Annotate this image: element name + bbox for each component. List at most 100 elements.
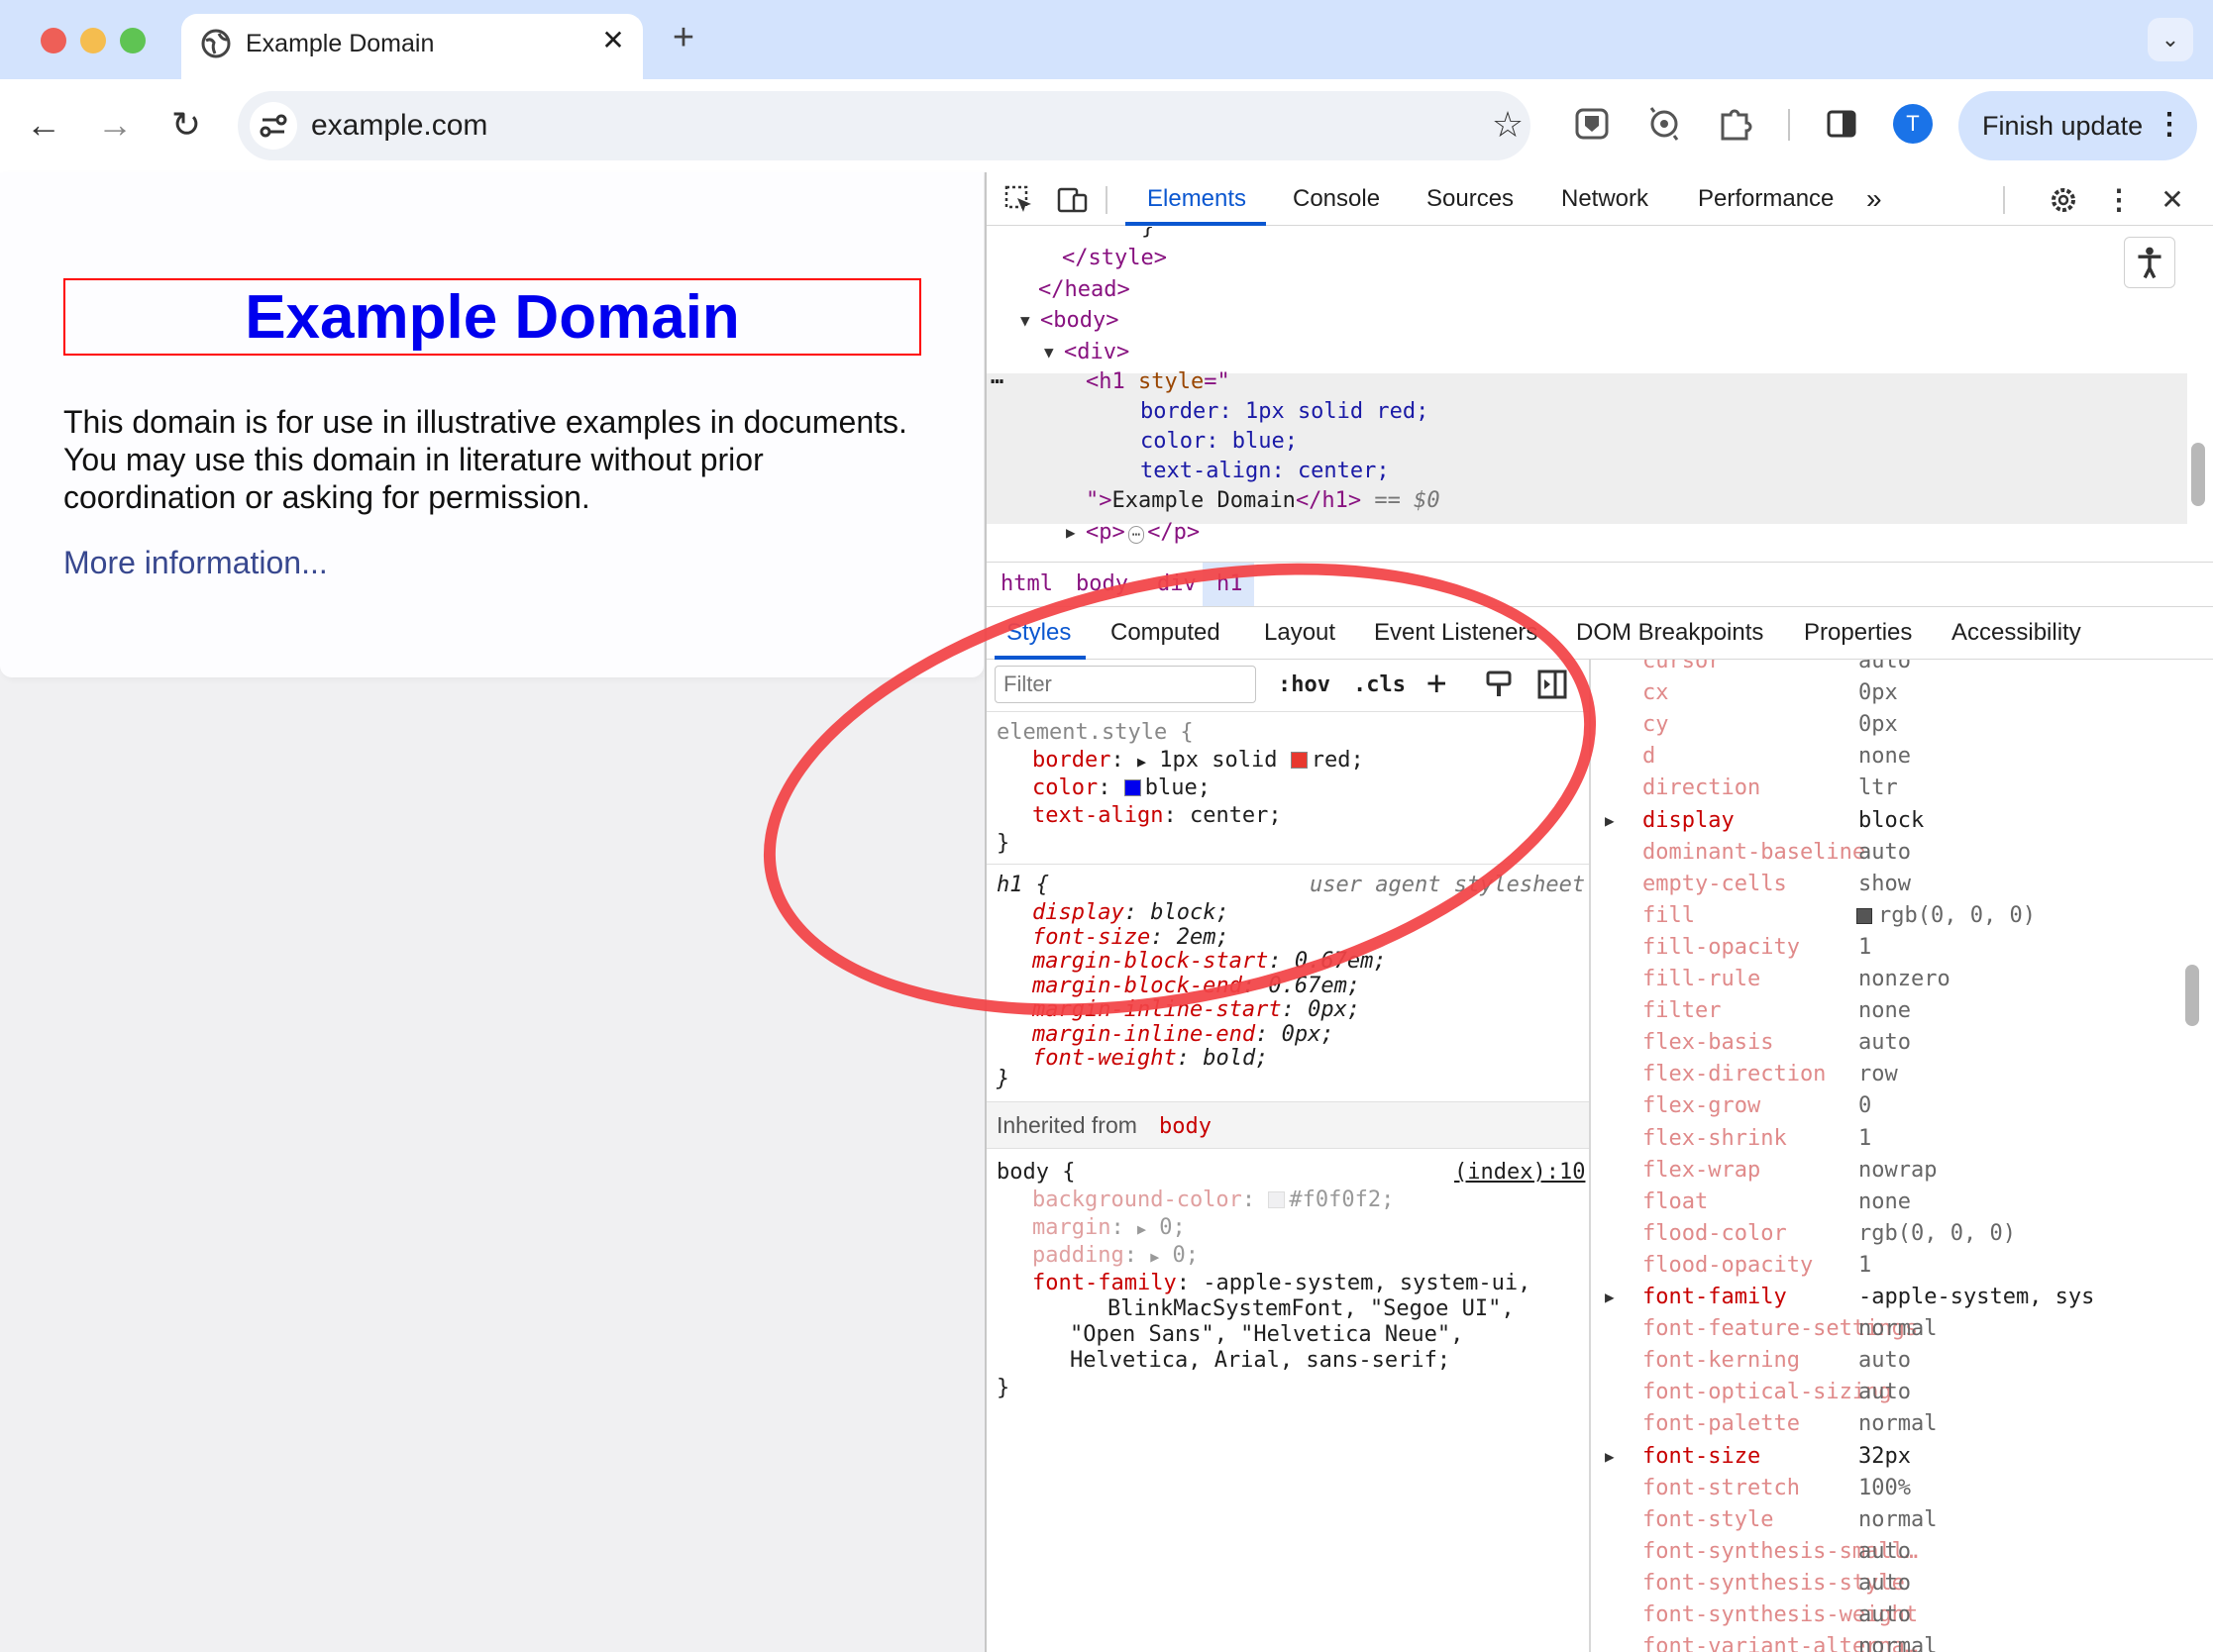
computed-row[interactable]: fill rgb(0, 0, 0) — [1593, 900, 2213, 932]
tab-sources[interactable]: Sources — [1426, 184, 1514, 214]
puzzle-extensions-icon[interactable] — [1711, 99, 1760, 149]
computed-row[interactable]: font-synthesis-weight auto — [1593, 1600, 2213, 1631]
more-tabs-icon[interactable]: » — [1866, 184, 1882, 214]
settings-gear-icon[interactable] — [2045, 181, 2082, 219]
url-text[interactable]: example.com — [311, 107, 487, 145]
breadcrumb-html[interactable]: html — [1001, 563, 1053, 606]
back-button[interactable]: ← — [20, 101, 67, 149]
site-info-button[interactable] — [250, 102, 297, 150]
computed-row[interactable]: font-synthesis-style auto — [1593, 1568, 2213, 1600]
style-prop-margin[interactable]: margin: ▶ 0; — [1032, 1214, 1186, 1243]
computed-row[interactable]: fill-rule nonzero — [1593, 964, 2213, 995]
computed-row[interactable]: flex-basis auto — [1593, 1027, 2213, 1059]
computed-scrollbar[interactable] — [2185, 965, 2199, 1026]
computed-row[interactable]: font-style normal — [1593, 1504, 2213, 1536]
dom-line[interactable]: </head> — [1038, 275, 1130, 305]
computed-row[interactable]: cx 0px — [1593, 677, 2213, 709]
reload-button[interactable]: ↻ — [162, 101, 210, 149]
computed-row[interactable]: flex-wrap nowrap — [1593, 1155, 2213, 1187]
style-prop-font-family[interactable]: font-family: -apple-system, system-ui, — [1032, 1270, 1530, 1297]
body-rule-source-link[interactable]: (index):10 — [1454, 1159, 1585, 1187]
close-window-button[interactable] — [41, 28, 66, 53]
computed-row[interactable]: flood-color rgb(0, 0, 0) — [1593, 1218, 2213, 1250]
maximize-window-button[interactable] — [120, 28, 146, 53]
computed-row[interactable]: direction ltr — [1593, 773, 2213, 804]
computed-row[interactable]: dominant-baseline auto — [1593, 837, 2213, 869]
side-panel-icon[interactable] — [1817, 99, 1866, 149]
computed-row[interactable]: flood-opacity 1 — [1593, 1250, 2213, 1282]
minimize-window-button[interactable] — [80, 28, 106, 53]
subtab-dom-breakpoints[interactable]: DOM Breakpoints — [1576, 617, 1763, 649]
style-prop-padding[interactable]: padding: ▶ 0; — [1032, 1242, 1199, 1271]
expand-arrow-icon[interactable]: ▶ — [1605, 1282, 1615, 1313]
computed-prop-value: 0px — [1858, 712, 1898, 738]
forward-button[interactable]: → — [91, 101, 139, 149]
collapse-arrow-icon[interactable]: ▶ — [1066, 518, 1076, 548]
address-bar[interactable]: example.com ☆ — [238, 91, 1530, 160]
expand-arrow-icon[interactable]: ▼ — [1020, 306, 1030, 336]
computed-row[interactable]: font-synthesis-small… auto — [1593, 1536, 2213, 1568]
close-devtools-icon[interactable]: ✕ — [2154, 181, 2191, 219]
browser-tab[interactable]: Example Domain ✕ — [181, 14, 643, 79]
computed-row[interactable]: flex-shrink 1 — [1593, 1123, 2213, 1155]
dom-scrollbar[interactable] — [2191, 443, 2205, 506]
profile-avatar[interactable]: T — [1893, 104, 1933, 144]
devtools-menu-icon[interactable]: ⋮ — [2100, 181, 2138, 219]
computed-row[interactable]: ▶ font-size 32px — [1593, 1441, 2213, 1473]
computed-row[interactable]: flex-direction row — [1593, 1059, 2213, 1090]
collapsed-content-icon[interactable]: ⋯ — [1127, 526, 1145, 544]
style-prop-background[interactable]: background-color: #f0f0f2; — [1032, 1187, 1394, 1214]
subtab-accessibility[interactable]: Accessibility — [1951, 617, 2081, 649]
device-toolbar-icon[interactable] — [1054, 181, 1092, 219]
computed-row[interactable]: filter none — [1593, 995, 2213, 1027]
computed-row[interactable]: font-feature-settings normal — [1593, 1313, 2213, 1345]
computed-row[interactable]: font-variant-alterna… normal — [1593, 1631, 2213, 1652]
sync-extension-icon[interactable] — [1639, 99, 1689, 149]
computed-row[interactable]: font-stretch 100% — [1593, 1473, 2213, 1504]
computed-row[interactable]: font-kerning auto — [1593, 1345, 2213, 1377]
node-actions-icon[interactable]: ⋯ — [991, 367, 1003, 397]
subtab-properties[interactable]: Properties — [1804, 617, 1912, 649]
tab-elements[interactable]: Elements — [1147, 184, 1246, 214]
computed-row[interactable]: flex-grow 0 — [1593, 1090, 2213, 1122]
computed-row[interactable]: float none — [1593, 1187, 2213, 1218]
dom-line[interactable]: </style> — [1062, 244, 1167, 273]
computed-prop-name: fill-opacity — [1642, 934, 1800, 960]
rule-close: } — [997, 1376, 1010, 1400]
color-swatch-gray[interactable] — [1268, 1191, 1286, 1208]
computed-row[interactable]: empty-cells show — [1593, 869, 2213, 900]
new-tab-button[interactable]: + — [662, 16, 705, 59]
shield-extension-icon[interactable] — [1567, 99, 1617, 149]
color-swatch-black[interactable] — [1856, 907, 1872, 924]
expand-arrow-icon[interactable]: ▼ — [1044, 338, 1054, 367]
bookmark-star-icon[interactable]: ☆ — [1488, 105, 1528, 145]
dom-line[interactable]: <div> — [1064, 338, 1129, 367]
expand-arrow-icon[interactable]: ▶ — [1605, 1441, 1615, 1473]
tab-console[interactable]: Console — [1293, 184, 1380, 214]
computed-row[interactable]: fill-opacity 1 — [1593, 932, 2213, 964]
dom-line[interactable]: <body> — [1040, 306, 1118, 336]
expand-arrow-icon[interactable]: ▶ — [1605, 805, 1615, 837]
accessibility-tree-button[interactable] — [2124, 237, 2175, 288]
computed-row[interactable]: d none — [1593, 741, 2213, 773]
dom-line-h1[interactable]: <h1 style=" — [1086, 367, 1230, 397]
tab-performance[interactable]: Performance — [1698, 184, 1834, 214]
more-information-link[interactable]: More information... — [63, 543, 328, 582]
computed-row[interactable]: font-optical-sizing auto — [1593, 1377, 2213, 1408]
computed-row[interactable]: ▶ font-family -apple-system, sys — [1593, 1282, 2213, 1313]
tab-search-button[interactable]: ⌄ — [2148, 18, 2193, 61]
ua-prop-row[interactable]: font-weight: bold; — [1032, 1045, 1268, 1073]
computed-row[interactable]: ▶ display block — [1593, 805, 2213, 837]
computed-row[interactable]: font-palette normal — [1593, 1408, 2213, 1440]
finish-update-button[interactable]: Finish update ⋮ — [1958, 91, 2197, 160]
inspect-element-icon[interactable] — [1001, 181, 1038, 219]
dom-line-h1-close[interactable]: ">Example Domain</h1> == $0 — [1086, 486, 1440, 516]
computed-row[interactable]: cursor auto — [1593, 660, 2213, 677]
inherited-from-link[interactable]: body — [1159, 1114, 1212, 1139]
dom-line: } — [1141, 227, 1155, 240]
tab-network[interactable]: Network — [1561, 184, 1648, 214]
browser-menu-icon[interactable]: ⋮ — [2155, 105, 2184, 145]
close-tab-icon[interactable]: ✕ — [593, 21, 633, 60]
computed-row[interactable]: cy 0px — [1593, 709, 2213, 741]
dom-line-p[interactable]: <p> ⋯ </p> — [1086, 518, 1200, 548]
